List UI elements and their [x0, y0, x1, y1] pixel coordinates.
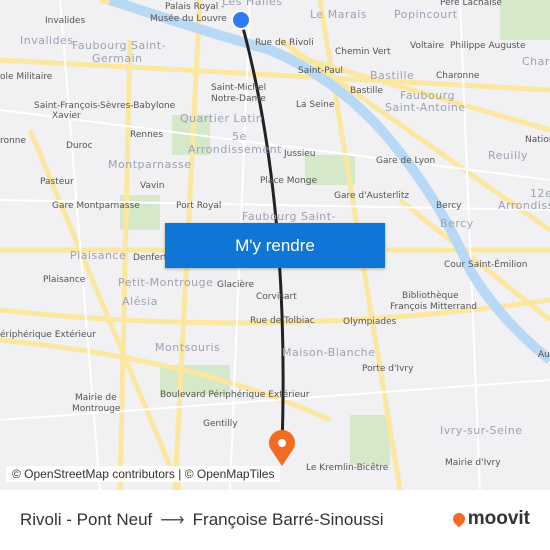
- map-label: Arrondissement: [188, 143, 282, 156]
- map-label: Au: [538, 350, 550, 360]
- map-label: Ivry-sur-Seine: [440, 424, 523, 437]
- map-label: Reuilly: [488, 149, 529, 162]
- map-label: Montsouris: [155, 341, 221, 354]
- map-label: Gentilly: [203, 419, 238, 429]
- map-label: Rue de Rivoli: [255, 38, 314, 48]
- map-label: Palais Royal -: [165, 2, 225, 12]
- map-label: Faubourg Saint-: [242, 210, 337, 223]
- map-label: Vavin: [140, 181, 165, 191]
- destination-name: Françoise Barré-Sinoussi: [192, 510, 384, 529]
- map-label: Montrouge: [72, 404, 121, 414]
- map-label: Bercy: [440, 217, 474, 230]
- map-label: Montparnasse: [108, 158, 192, 171]
- map-label: Denfert: [133, 253, 168, 263]
- map-label: 12e: [530, 187, 550, 200]
- map-label: Mairie de: [75, 393, 117, 403]
- map-label: Plaisance: [43, 275, 86, 285]
- origin-marker: [231, 10, 251, 30]
- moovit-logo-text: moovit: [467, 508, 530, 529]
- map-label: Nation: [525, 135, 550, 145]
- map-label: Corvisart: [256, 292, 297, 302]
- map-label: Gare Montparnasse: [52, 201, 140, 211]
- map-label: Invalides: [20, 34, 74, 47]
- map-label: ronne: [0, 136, 26, 146]
- map-label: Bibliothèque: [402, 291, 459, 301]
- map-label: Port Royal: [176, 201, 222, 211]
- map-label: Rennes: [130, 130, 164, 140]
- directions-button[interactable]: M'y rendre: [165, 223, 385, 268]
- map-label: ériphérique Extérieur: [0, 330, 96, 340]
- map-label: 5e: [232, 130, 247, 143]
- map-label: François Mitterrand: [390, 302, 477, 312]
- map-label: Gare de Lyon: [376, 156, 436, 166]
- map-label: Sèvres-Babylone: [100, 101, 176, 111]
- map-label: Voltaire: [410, 41, 445, 51]
- map-label: Saint-Michel: [211, 83, 267, 93]
- map-label: Germain: [92, 52, 143, 65]
- map-label: Bastille: [370, 69, 415, 82]
- map-label: Faubourg Saint-: [72, 39, 167, 52]
- map-label: Le Kremlin-Bicêtre: [306, 463, 389, 473]
- map-label: Olympiades: [343, 317, 397, 327]
- map-label: Arrondissement: [498, 199, 550, 212]
- map-label: Les Halles: [222, 0, 283, 8]
- map-label: La Seine: [296, 100, 335, 110]
- map-label: Gare d'Austerlitz: [334, 191, 410, 201]
- map-label: Petit-Montrouge: [118, 276, 214, 289]
- map-label: Père Lachaise: [440, 0, 502, 8]
- map-attribution[interactable]: © OpenStreetMap contributors | © OpenMap…: [6, 466, 281, 482]
- map-label: Philippe Auguste: [450, 41, 526, 51]
- map-label: Cour Saint-Émilion: [444, 260, 528, 270]
- map-label: Xavier: [52, 111, 81, 121]
- map-label: Place Monge: [260, 176, 318, 186]
- origin-name: Rivoli - Pont Neuf: [20, 510, 153, 529]
- map-label: Porte d'Ivry: [362, 364, 414, 374]
- map-label: Glacière: [217, 280, 255, 290]
- map-label: Plaisance: [70, 249, 127, 262]
- map-label: Charonne: [436, 71, 480, 81]
- map-label: Saint-Antoine: [385, 101, 466, 114]
- map-label: ole Militaire: [0, 72, 53, 82]
- map-label: Mairie d'Ivry: [445, 458, 501, 468]
- map-label: Pasteur: [40, 177, 74, 187]
- map-label: Rue de Tolbiac: [250, 316, 315, 326]
- map-label: Bastille: [350, 86, 383, 96]
- map-label: Musée du Louvre: [150, 14, 227, 24]
- map-label: Duroc: [66, 141, 93, 151]
- map-label: Popincourt: [394, 8, 458, 21]
- map-label: Bercy: [436, 201, 462, 211]
- map-label: Boulevard Périphérique Extérieur: [160, 390, 310, 400]
- map-label: Charo: [522, 55, 550, 68]
- moovit-pin-icon: [450, 510, 468, 528]
- map-label: Saint-Paul: [298, 66, 343, 76]
- map-label: Jussieu: [284, 149, 316, 159]
- map-label: Alésia: [122, 295, 158, 308]
- map[interactable]: Invalides Palais Royal - Musée du Louvre Le…: [0, 0, 550, 490]
- map-label: Invalides: [45, 16, 86, 26]
- map-label: Notre-Dame: [211, 94, 266, 104]
- map-label: Chemin Vert: [335, 47, 391, 57]
- map-label: Quartier Latin: [180, 112, 264, 125]
- map-label: Maison-Blanche: [282, 346, 376, 359]
- map-label: Le Marais: [310, 8, 367, 21]
- arrow-right-icon: ⟶: [160, 510, 185, 529]
- map-label: Faubourg: [400, 89, 456, 102]
- moovit-logo[interactable]: moovit: [450, 508, 530, 530]
